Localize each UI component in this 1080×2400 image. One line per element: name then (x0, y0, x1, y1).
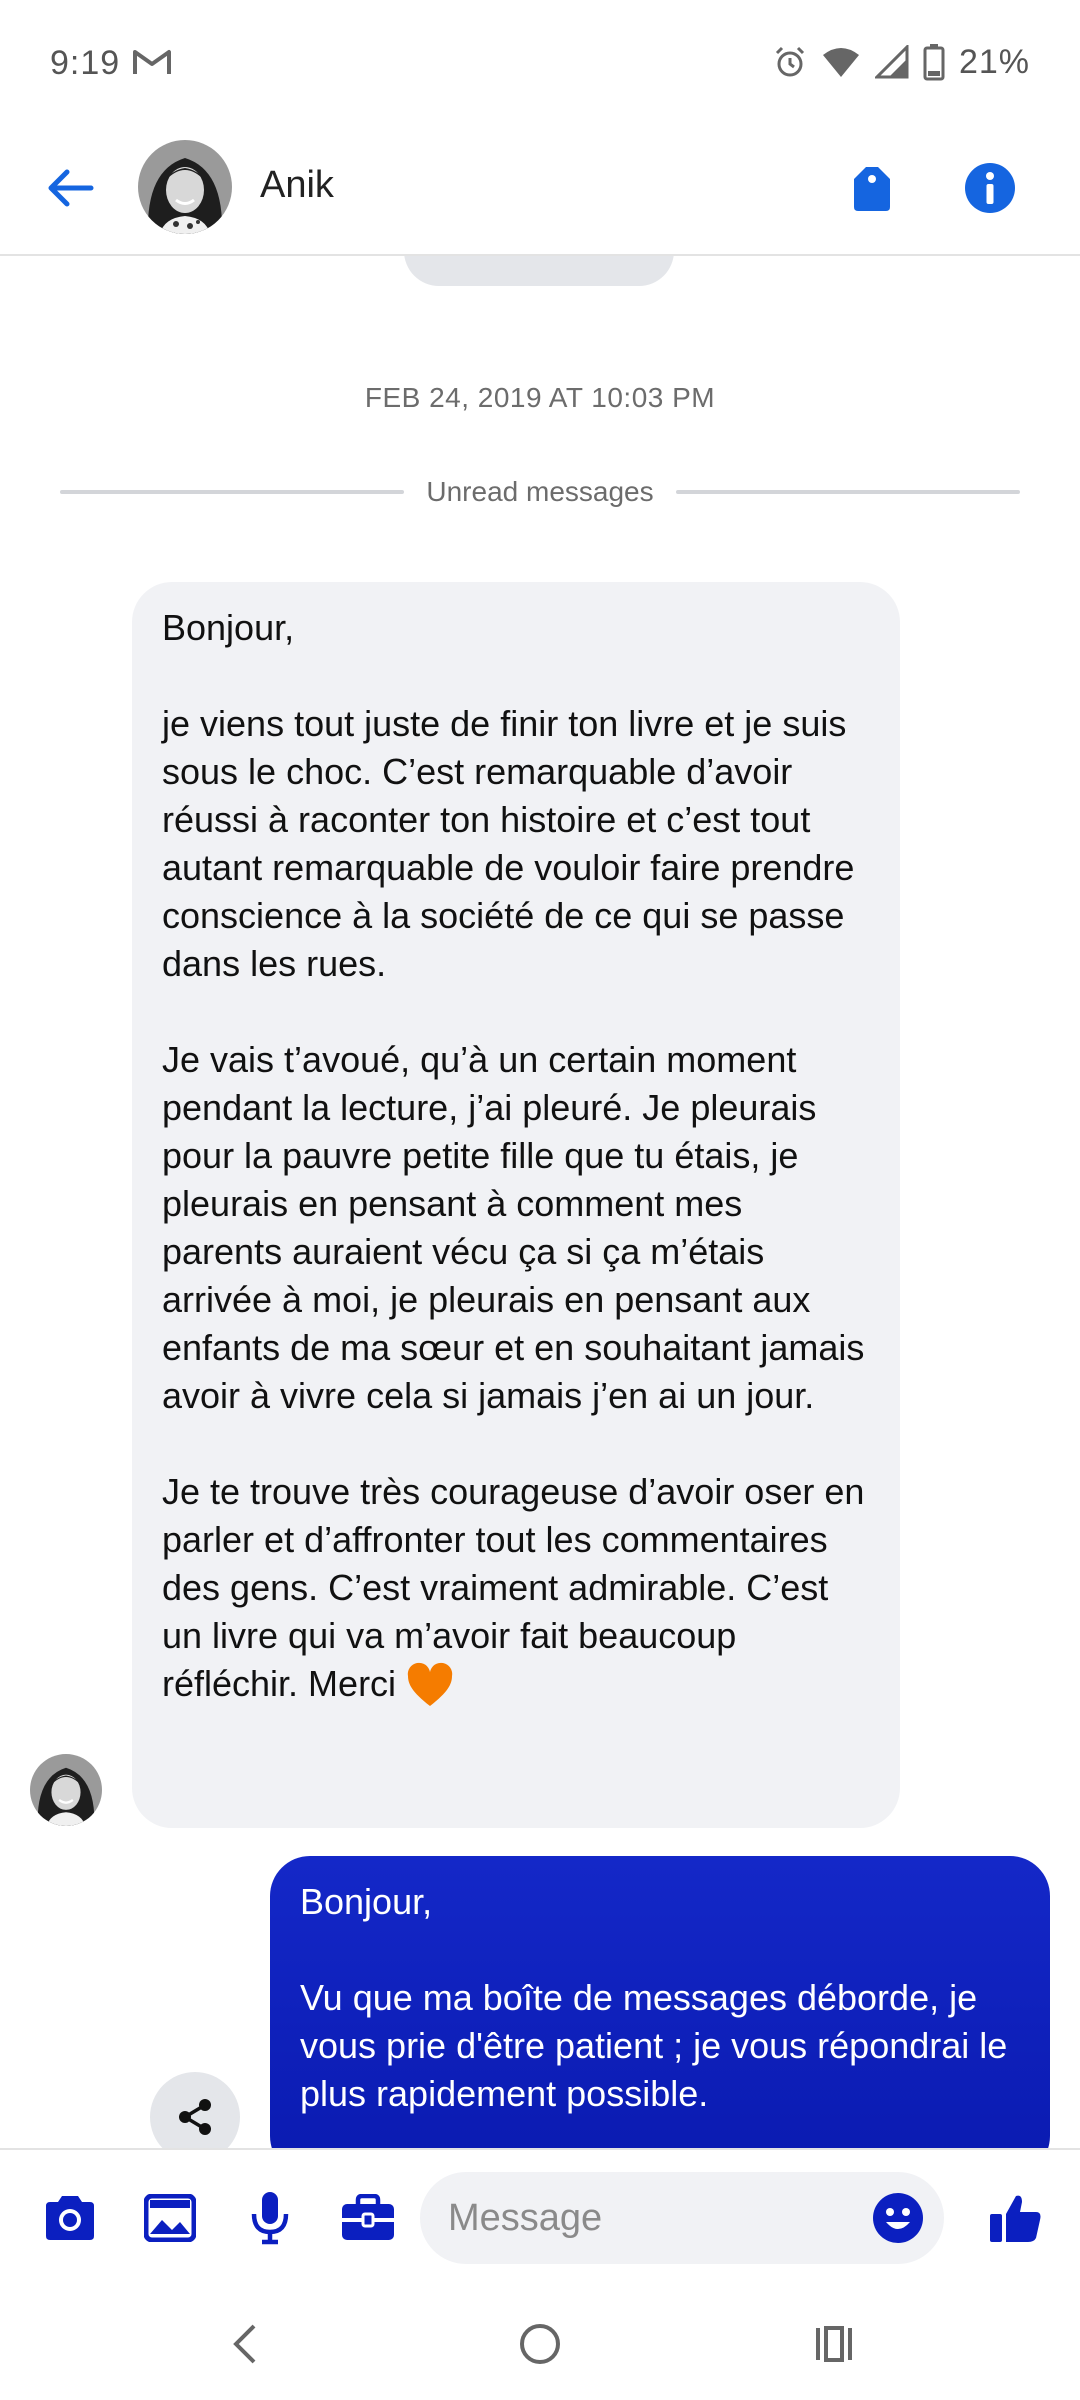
tag-icon (854, 167, 890, 211)
back-arrow-icon (48, 169, 94, 207)
conversation-header: Anik (0, 130, 1080, 256)
camera-button[interactable] (36, 2184, 104, 2252)
voice-button[interactable] (236, 2184, 304, 2252)
orange-heart-icon (407, 1663, 453, 1707)
apps-button[interactable] (334, 2184, 402, 2252)
sender-avatar[interactable] (30, 1754, 102, 1826)
message-field[interactable] (420, 2172, 944, 2264)
nav-home-icon (520, 2324, 560, 2364)
message-list[interactable]: FEB 24, 2019 AT 10:03 PM Unread messages… (0, 256, 1080, 2148)
message-text: Je te trouve très courageuse d’avoir ose… (162, 1471, 865, 1704)
share-icon (179, 2099, 211, 2135)
message-paragraph: Bonjour, (300, 1881, 433, 1922)
camera-icon (46, 2196, 94, 2240)
battery-icon (923, 44, 945, 81)
message-paragraph: Bonjour, (162, 607, 295, 648)
message-paragraph: je viens tout juste de finir ton livre e… (162, 703, 855, 984)
signal-icon (874, 45, 909, 79)
message-paragraph: Je vais t’avoué, qu’à un certain moment … (162, 1039, 865, 1416)
nav-home-button[interactable] (500, 2304, 580, 2384)
back-button[interactable] (38, 156, 102, 220)
share-button[interactable] (150, 2072, 240, 2148)
briefcase-icon (342, 2194, 394, 2240)
message-input[interactable] (448, 2172, 848, 2264)
nav-recents-icon (816, 2326, 852, 2362)
emoji-button[interactable] (866, 2186, 930, 2250)
status-indicators: 21% (773, 40, 1030, 84)
contact-name[interactable]: Anik (260, 164, 334, 207)
message-paragraph-last: Je te trouve très courageuse d’avoir ose… (162, 1468, 870, 1710)
emoji-icon (873, 2193, 923, 2243)
message-paragraph: Vu que ma boîte de messages déborde, je … (300, 1977, 1008, 2114)
outgoing-message-bubble[interactable]: Bonjour, Vu que ma boîte de messages déb… (270, 1856, 1050, 2148)
divider-line (675, 490, 1021, 494)
avatar-photo (30, 1754, 102, 1826)
incoming-message-bubble[interactable]: Bonjour, je viens tout juste de finir to… (132, 582, 900, 1828)
image-icon (144, 2194, 196, 2242)
status-bar: 9:19 21% (0, 0, 1080, 130)
thumbs-up-icon (990, 2195, 1041, 2242)
gallery-button[interactable] (136, 2184, 204, 2252)
status-time: 9:19 (50, 44, 121, 82)
divider-line (60, 490, 405, 494)
tag-button[interactable] (840, 156, 904, 220)
unread-divider: Unread messages (60, 472, 1021, 512)
wifi-icon (822, 48, 859, 77)
nav-recents-button[interactable] (794, 2304, 874, 2384)
nav-back-icon (233, 2324, 256, 2364)
info-button[interactable] (958, 156, 1022, 220)
message-composer (0, 2148, 1080, 2284)
unread-label: Unread messages (426, 476, 654, 507)
previous-message-bubble[interactable] (404, 256, 674, 286)
battery-percent: 21% (958, 42, 1030, 81)
alarm-icon (775, 46, 804, 77)
avatar-photo (138, 140, 232, 234)
microphone-icon (251, 2192, 289, 2245)
nav-back-button[interactable] (205, 2304, 285, 2384)
info-icon (965, 163, 1015, 213)
date-separator: FEB 24, 2019 AT 10:03 PM (364, 382, 716, 413)
system-nav-bar (0, 2284, 1080, 2400)
like-button[interactable] (982, 2184, 1050, 2252)
contact-avatar[interactable] (138, 140, 232, 234)
gmail-icon (133, 50, 171, 74)
